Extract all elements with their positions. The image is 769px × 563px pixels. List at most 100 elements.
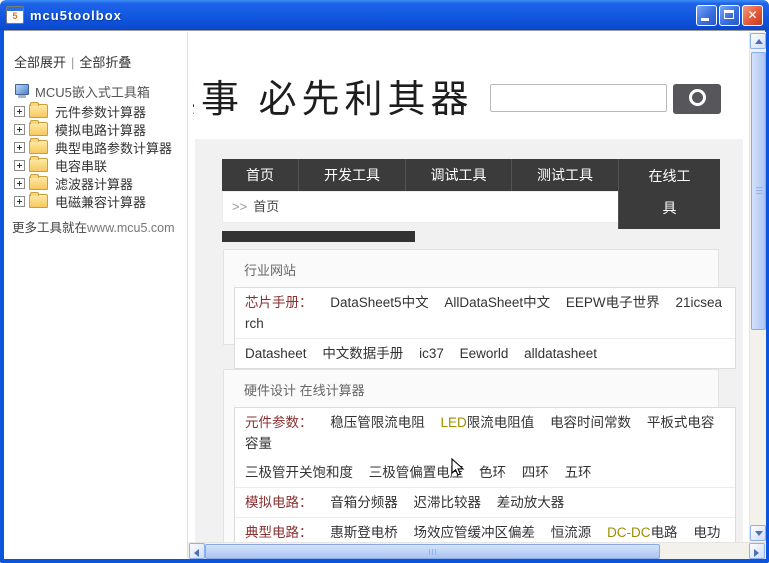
- toolbar-divider: |: [71, 55, 75, 70]
- arrow-down-icon: [755, 531, 763, 536]
- site-slogan: 其事 必先利其器: [193, 78, 474, 122]
- expand-plus-icon[interactable]: [14, 195, 25, 207]
- link[interactable]: 迟滞比较器: [414, 495, 482, 510]
- client-area: 全部展开 | 全部折叠 MCU5嵌入式工具箱 元件参数计算器 模拟电路计算器 典…: [4, 30, 766, 559]
- link[interactable]: 场效应管缓冲区偏差: [414, 525, 536, 540]
- link[interactable]: DC-DC电路: [607, 525, 678, 540]
- link[interactable]: EEPW电子世界: [566, 295, 660, 310]
- titlebar[interactable]: 5 mcu5toolbox ✕: [0, 0, 769, 30]
- link[interactable]: Datasheet: [245, 346, 307, 361]
- folder-icon: [29, 174, 48, 190]
- arrow-left-icon: [194, 549, 199, 557]
- link[interactable]: 恒流源: [551, 525, 592, 540]
- link-row-chip-manuals-2: Datasheet 中文数据手册 ic37 Eeworld alldatashe…: [235, 338, 735, 368]
- tree-item-capacitor-series[interactable]: 电容串联: [14, 156, 172, 174]
- computer-icon: [14, 84, 29, 98]
- link[interactable]: 稳压管限流电阻: [330, 415, 425, 430]
- sidebar-footer: 更多工具就在www.mcu5.com: [12, 217, 175, 236]
- tree-item-label: 典型电路参数计算器: [55, 140, 173, 156]
- mcu5-site-link[interactable]: www.mcu5.com: [87, 221, 175, 235]
- horizontal-scroll-thumb[interactable]: [205, 544, 660, 559]
- link-row-chip-manuals: 芯片手册： DataSheet5中文 AllDataSheet中文 EEPW电子…: [235, 288, 735, 338]
- slogan-text: 事 必先利其器: [201, 79, 474, 121]
- tree-item-component-calculator[interactable]: 元件参数计算器: [14, 102, 172, 120]
- link[interactable]: 惠斯登电桥: [330, 525, 398, 540]
- scroll-right-button[interactable]: [749, 543, 765, 559]
- link[interactable]: AllDataSheet中文: [444, 295, 550, 310]
- link[interactable]: 音箱分频器: [330, 495, 398, 510]
- horizontal-scrollbar[interactable]: [188, 542, 766, 559]
- maximize-button[interactable]: [719, 4, 740, 26]
- nav-item-online-tools[interactable]: 在线工具: [618, 159, 720, 229]
- arrow-right-icon: [754, 549, 759, 557]
- search-button[interactable]: [673, 84, 721, 114]
- tree-item-analog-calculator[interactable]: 模拟电路计算器: [14, 120, 172, 138]
- vertical-scrollbar[interactable]: [749, 32, 766, 542]
- window-title: mcu5toolbox: [30, 7, 122, 23]
- scroll-down-button[interactable]: [750, 525, 766, 541]
- expand-plus-icon[interactable]: [14, 141, 25, 153]
- section-industry-sites: 行业网站 芯片手册： DataSheet5中文 AllDataSheet中文 E…: [223, 249, 736, 369]
- link[interactable]: DataSheet5中文: [330, 295, 428, 310]
- expand-plus-icon[interactable]: [14, 159, 25, 171]
- tree-item-label: 模拟电路计算器: [55, 122, 147, 138]
- folder-icon: [29, 192, 48, 208]
- link[interactable]: 三极管开关饱和度: [245, 465, 353, 480]
- tree-item-emc-calculator[interactable]: 电磁兼容计算器: [14, 192, 172, 210]
- folder-icon: [29, 120, 48, 136]
- link[interactable]: 四环: [522, 465, 549, 480]
- link[interactable]: 电容时间常数: [550, 415, 631, 430]
- row-label: 模拟电路：: [245, 495, 313, 510]
- link-row-component-params: 元件参数： 稳压管限流电阻 LED限流电阻值 电容时间常数 平板式电容容量: [235, 408, 735, 458]
- breadcrumb-current[interactable]: 首页: [253, 199, 279, 214]
- tree-root-label: MCU5嵌入式工具箱: [35, 84, 150, 100]
- tree-item-typical-circuit-calculator[interactable]: 典型电路参数计算器: [14, 138, 172, 156]
- link[interactable]: 三极管偏置电压: [369, 465, 464, 480]
- nav-item-test-tools[interactable]: 测试工具: [511, 159, 618, 191]
- expand-plus-icon[interactable]: [14, 177, 25, 189]
- scroll-left-button[interactable]: [189, 543, 205, 559]
- link[interactable]: alldatasheet: [524, 346, 597, 361]
- app-window: 5 mcu5toolbox ✕ 全部展开 | 全部折叠 MCU5嵌入式工具箱 元…: [0, 0, 769, 563]
- tree-item-filter-calculator[interactable]: 滤波器计算器: [14, 174, 172, 192]
- close-button[interactable]: ✕: [742, 4, 763, 26]
- active-tab-bar: [222, 231, 415, 242]
- scroll-up-button[interactable]: [750, 33, 766, 49]
- folder-icon: [29, 102, 48, 118]
- tree-item-label: 滤波器计算器: [55, 176, 134, 192]
- link[interactable]: 色环: [479, 465, 506, 480]
- nav-item-home[interactable]: 首页: [222, 159, 298, 191]
- link[interactable]: LED限流电阻值: [441, 415, 535, 430]
- link[interactable]: Eeworld: [460, 346, 509, 361]
- nav-item-dev-tools[interactable]: 开发工具: [298, 159, 405, 191]
- embedded-browser: 其事 必先利其器 首页 开发工具 调试工具 测试工具 在线工具 >> 首页 行业网…: [187, 32, 766, 559]
- sidebar: 全部展开 | 全部折叠 MCU5嵌入式工具箱 元件参数计算器 模拟电路计算器 典…: [4, 32, 183, 559]
- tool-tree: MCU5嵌入式工具箱 元件参数计算器 模拟电路计算器 典型电路参数计算器 电容串…: [14, 82, 172, 210]
- link-text: 限流电阻值: [466, 415, 535, 430]
- collapse-all-link[interactable]: 全部折叠: [79, 55, 131, 70]
- arrow-up-icon: [755, 39, 763, 44]
- thumb-grip: [756, 187, 762, 195]
- link[interactable]: 五环: [565, 465, 592, 480]
- folder-icon: [29, 138, 48, 154]
- vertical-scroll-thumb[interactable]: [751, 52, 766, 330]
- row-label: 元件参数：: [245, 415, 313, 430]
- maximize-icon: [724, 9, 734, 19]
- tree-item-label: 元件参数计算器: [55, 104, 147, 120]
- link[interactable]: ic37: [419, 346, 444, 361]
- app-icon-number: 5: [12, 11, 18, 21]
- link[interactable]: 差动放大器: [497, 495, 565, 510]
- nav-item-debug-tools[interactable]: 调试工具: [405, 159, 511, 191]
- breadcrumb-marker: >>: [232, 199, 248, 214]
- link-box: 元件参数： 稳压管限流电阻 LED限流电阻值 电容时间常数 平板式电容容量 三极…: [234, 407, 736, 542]
- tree-root-node[interactable]: MCU5嵌入式工具箱: [14, 82, 172, 100]
- search-icon: [688, 89, 706, 106]
- section-title: 硬件设计 在线计算器: [244, 383, 365, 398]
- expand-plus-icon[interactable]: [14, 105, 25, 117]
- link[interactable]: 中文数据手册: [322, 346, 403, 361]
- expand-all-link[interactable]: 全部展开: [14, 55, 66, 70]
- web-page: 其事 必先利其器 首页 开发工具 调试工具 测试工具 在线工具 >> 首页 行业网…: [188, 32, 749, 542]
- minimize-button[interactable]: [696, 4, 717, 26]
- search-input[interactable]: [490, 84, 667, 112]
- expand-plus-icon[interactable]: [14, 123, 25, 135]
